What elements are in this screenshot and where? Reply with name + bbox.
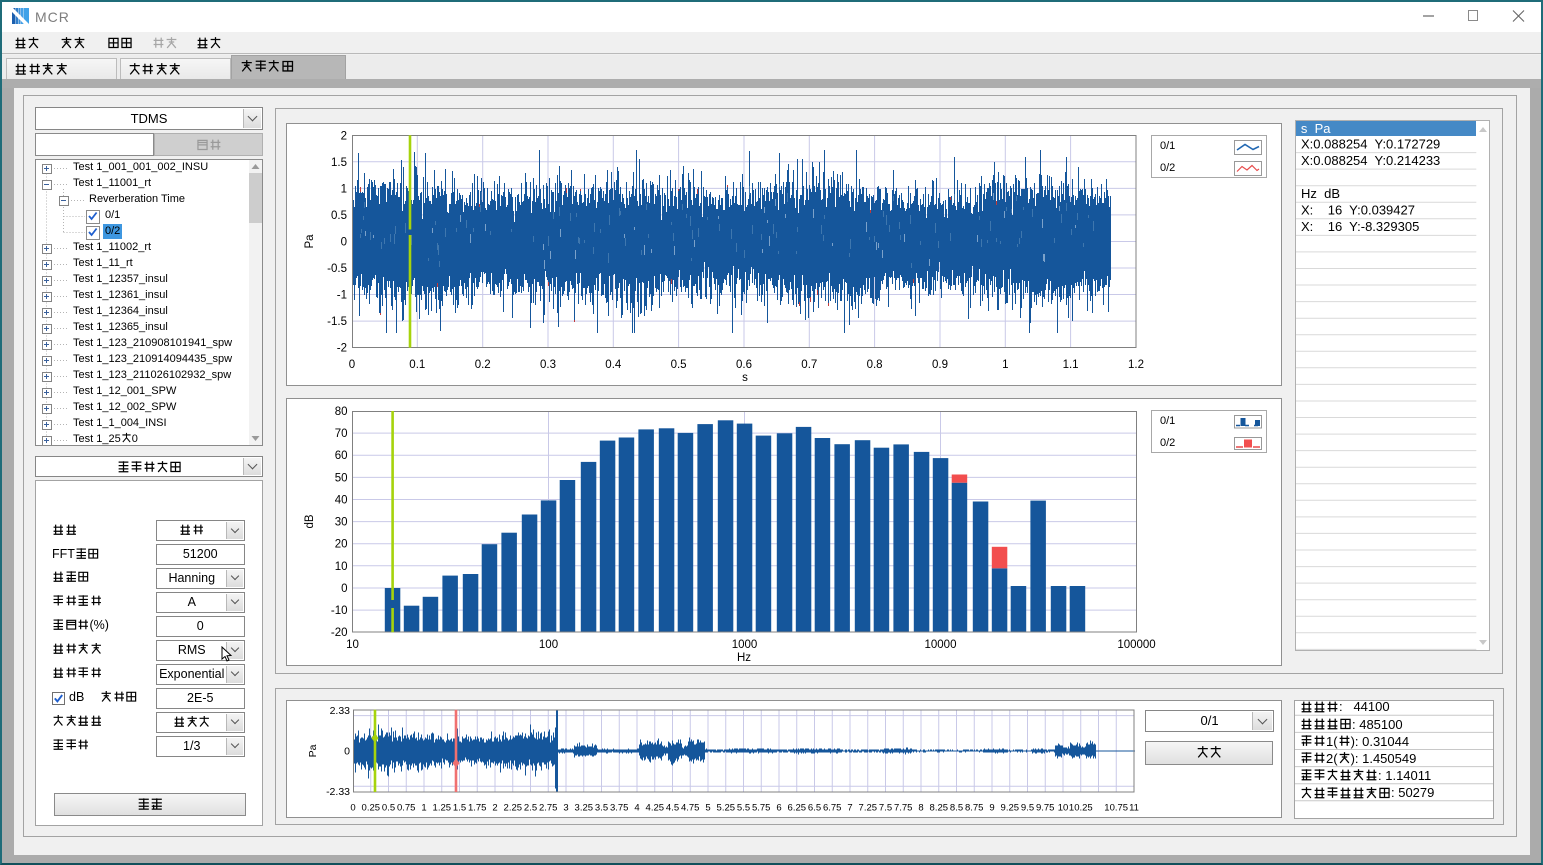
svg-text:1: 1	[341, 183, 347, 195]
svg-text:-0.5: -0.5	[327, 263, 347, 275]
svg-text:6.75: 6.75	[823, 802, 842, 813]
svg-text:3.25: 3.25	[575, 802, 594, 813]
svg-text:X:0.088254 Y:0.214233: X:0.088254 Y:0.214233	[1301, 153, 1440, 168]
svg-text:7: 7	[848, 802, 853, 813]
svg-text:1.5: 1.5	[331, 157, 347, 169]
svg-text:0: 0	[344, 745, 350, 757]
svg-text:5.25: 5.25	[717, 802, 736, 813]
svg-text:X: 16 Y:0.039427: X: 16 Y:0.039427	[1301, 203, 1415, 218]
svg-text:4: 4	[635, 802, 640, 813]
svg-text:-1.5: -1.5	[327, 316, 347, 328]
svg-text:30: 30	[335, 517, 348, 529]
svg-text:9: 9	[990, 802, 995, 813]
svg-text:10: 10	[1058, 802, 1069, 813]
svg-text:10.75: 10.75	[1105, 802, 1129, 813]
svg-text:10: 10	[335, 561, 348, 573]
svg-text:1: 1	[1002, 359, 1008, 371]
svg-text:1.25: 1.25	[433, 802, 452, 813]
svg-text:X:0.088254 Y:0.172729: X:0.088254 Y:0.172729	[1301, 137, 1440, 152]
svg-text:40: 40	[335, 495, 348, 507]
svg-text:0.1: 0.1	[409, 359, 425, 371]
svg-text:1000: 1000	[732, 639, 758, 651]
svg-text:4.5: 4.5	[666, 802, 679, 813]
svg-text:5.75: 5.75	[752, 802, 771, 813]
svg-text:0: 0	[341, 237, 347, 249]
svg-text:-20: -20	[331, 627, 348, 639]
svg-text:0.2: 0.2	[475, 359, 491, 371]
svg-text:0.75: 0.75	[397, 802, 416, 813]
svg-text:2.75: 2.75	[539, 802, 558, 813]
svg-text:3: 3	[564, 802, 569, 813]
svg-text:-2.33: -2.33	[326, 786, 350, 798]
svg-text:10000: 10000	[925, 639, 957, 651]
svg-text:0.4: 0.4	[605, 359, 622, 371]
svg-text:3.5: 3.5	[595, 802, 608, 813]
svg-text:6: 6	[777, 802, 782, 813]
svg-text:0: 0	[341, 583, 347, 595]
svg-text:-1: -1	[337, 290, 347, 302]
svg-text:0: 0	[351, 802, 356, 813]
svg-text:X: 16 Y:-8.329305: X: 16 Y:-8.329305	[1301, 219, 1419, 234]
svg-text:0.3: 0.3	[540, 359, 556, 371]
svg-text:2.5: 2.5	[524, 802, 537, 813]
svg-text:6.5: 6.5	[808, 802, 821, 813]
svg-text:11: 11	[1129, 802, 1139, 813]
svg-text:0: 0	[349, 359, 355, 371]
svg-text:0.8: 0.8	[867, 359, 883, 371]
svg-text:2: 2	[341, 130, 347, 142]
svg-text:9.5: 9.5	[1021, 802, 1034, 813]
svg-text:1.2: 1.2	[1128, 359, 1144, 371]
svg-text:7.75: 7.75	[894, 802, 913, 813]
svg-text:20: 20	[335, 539, 348, 551]
svg-text:1.1: 1.1	[1063, 359, 1079, 371]
svg-text:1.5: 1.5	[453, 802, 466, 813]
svg-text:6.25: 6.25	[788, 802, 807, 813]
svg-text:100000: 100000	[1117, 639, 1155, 651]
svg-text:7.5: 7.5	[879, 802, 892, 813]
svg-text:1: 1	[422, 802, 427, 813]
svg-text:8: 8	[919, 802, 924, 813]
svg-text:5.5: 5.5	[737, 802, 750, 813]
svg-text:4.75: 4.75	[681, 802, 700, 813]
svg-text:s: s	[742, 372, 748, 384]
svg-text:8.25: 8.25	[930, 802, 949, 813]
svg-text:2.25: 2.25	[504, 802, 523, 813]
svg-text:60: 60	[335, 450, 348, 462]
svg-text:Hz dB: Hz dB	[1301, 186, 1340, 201]
svg-text:0.5: 0.5	[382, 802, 395, 813]
svg-text:100: 100	[539, 639, 558, 651]
svg-text:3.75: 3.75	[610, 802, 629, 813]
svg-text:0.6: 0.6	[736, 359, 752, 371]
svg-text:10: 10	[346, 639, 359, 651]
svg-text:8.75: 8.75	[965, 802, 984, 813]
svg-text:0.5: 0.5	[671, 359, 687, 371]
svg-text:0.25: 0.25	[362, 802, 381, 813]
svg-text:7.25: 7.25	[859, 802, 878, 813]
svg-text:1.75: 1.75	[468, 802, 487, 813]
svg-text:8.5: 8.5	[950, 802, 963, 813]
svg-text:0.5: 0.5	[331, 210, 347, 222]
svg-text:Pa: Pa	[307, 744, 319, 757]
svg-text:4.25: 4.25	[646, 802, 665, 813]
svg-text:2.33: 2.33	[330, 705, 351, 717]
svg-text:70: 70	[335, 428, 348, 440]
svg-text:0.9: 0.9	[932, 359, 948, 371]
svg-text:80: 80	[335, 406, 348, 418]
svg-text:-10: -10	[331, 605, 348, 617]
svg-text:10.25: 10.25	[1069, 802, 1093, 813]
svg-text:9.75: 9.75	[1036, 802, 1055, 813]
svg-text:Hz: Hz	[737, 652, 751, 664]
svg-text:5: 5	[706, 802, 711, 813]
svg-text:2: 2	[493, 802, 498, 813]
svg-text:-2: -2	[337, 343, 347, 355]
svg-text:9.25: 9.25	[1001, 802, 1020, 813]
svg-text:Pa: Pa	[304, 234, 316, 249]
svg-text:50: 50	[335, 472, 348, 484]
svg-text:0.7: 0.7	[801, 359, 817, 371]
svg-text:dB: dB	[304, 514, 316, 528]
